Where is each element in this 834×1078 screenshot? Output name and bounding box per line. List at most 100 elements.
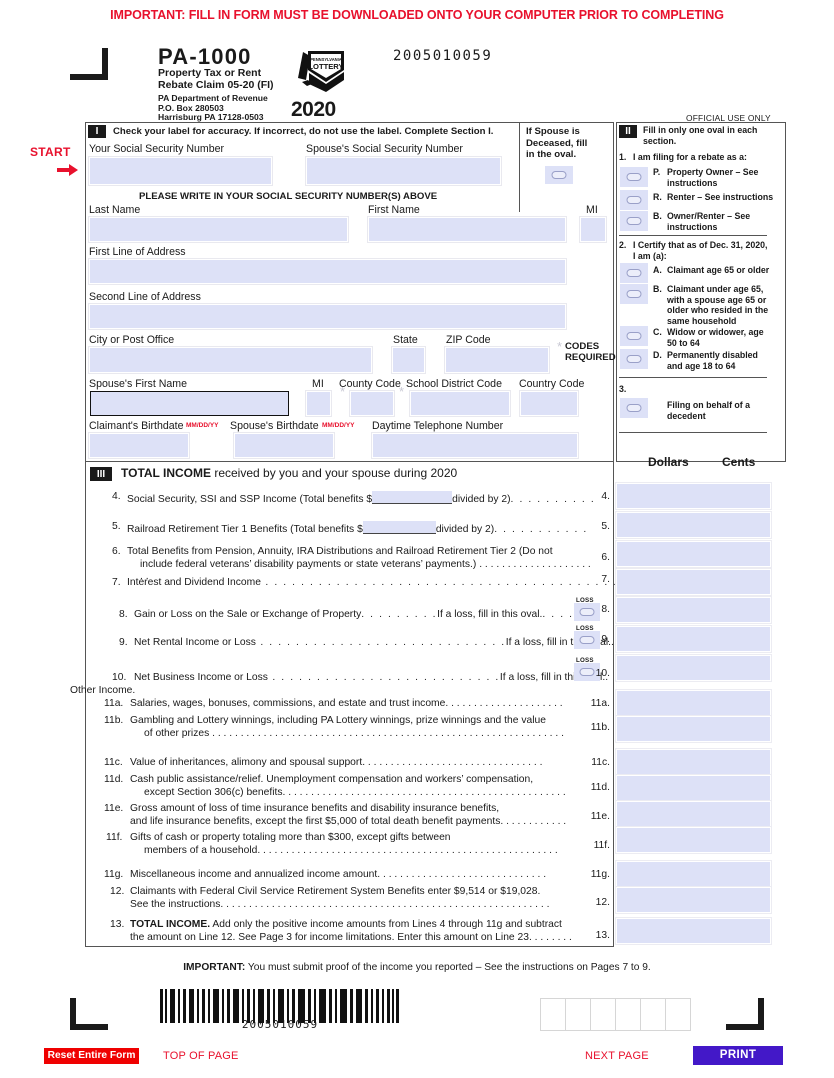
claimant-birthdate-format: MM/DD/YY: [186, 422, 219, 429]
claimant-birthdate-label: Claimant's Birthdate: [89, 420, 184, 432]
spouse-deceased-oval[interactable]: [545, 166, 573, 184]
income-line-8-mid-dots: . . . . . . . . .: [361, 609, 438, 620]
official-use-grid-cell[interactable]: [565, 998, 591, 1031]
print-button[interactable]: PRINT: [693, 1046, 783, 1065]
spouse-birthdate-input[interactable]: [233, 432, 335, 459]
official-use-grid-cell[interactable]: [615, 998, 641, 1031]
income-line-11f-l1: Gifts of cash or property totaling more …: [130, 832, 451, 843]
income-line-9-number: 9.: [119, 637, 128, 648]
city-label: City or Post Office: [89, 334, 175, 346]
address-line2-label: Second Line of Address: [89, 291, 201, 303]
certify-oval-B[interactable]: [620, 284, 648, 304]
income-line-7-amount-input[interactable]: [615, 568, 772, 596]
address-line2-input[interactable]: [88, 303, 567, 330]
certify-oval-A[interactable]: [620, 263, 648, 283]
top-of-page-link[interactable]: TOP OF PAGE: [163, 1050, 239, 1062]
filing-status-key-B: B.: [653, 211, 662, 221]
codes-required-note: CODES REQUIRED: [565, 341, 616, 363]
official-use-grid: [540, 998, 691, 1031]
income-line-5-total-benefits-input[interactable]: [362, 521, 436, 534]
income-line-4-amount-input[interactable]: [615, 482, 772, 510]
certify-label-B-l3: older who resided in the: [667, 305, 769, 315]
city-input[interactable]: [88, 346, 373, 374]
income-line-13-amount-input[interactable]: [615, 917, 772, 945]
spouse-mi-input[interactable]: [305, 390, 332, 417]
income-line-11b-l1: Gambling and Lottery winnings, including…: [130, 715, 546, 726]
income-line-4-total-benefits-input[interactable]: [372, 491, 453, 504]
income-line-8-pre: Gain or Loss on the Sale or Exchange of …: [134, 609, 362, 620]
spouse-birthdate-label: Spouse's Birthdate: [230, 420, 319, 432]
write-in-ssn-notice: PLEASE WRITE IN YOUR SOCIAL SECURITY NUM…: [139, 191, 438, 202]
official-use-grid-cell[interactable]: [640, 998, 666, 1031]
ssn-input[interactable]: [88, 156, 273, 186]
certify-label-B-l1: Claimant under age 65,: [667, 284, 764, 294]
filing-status-oval-renter[interactable]: [620, 190, 648, 210]
income-line-5-number: 5.: [112, 521, 121, 532]
income-line-11b-amount-input[interactable]: [615, 715, 772, 743]
income-line-8-post: If a loss, fill in this oval.: [437, 609, 543, 620]
last-name-input[interactable]: [88, 216, 349, 243]
income-line-10-text: Net Business Income or Loss . . . . . . …: [134, 672, 636, 685]
filing-status-oval-owner-renter[interactable]: [620, 211, 648, 231]
filing-status-oval-property-owner[interactable]: [620, 167, 648, 187]
income-line-11e-l2: and life insurance benefits, except the …: [130, 815, 567, 827]
income-line-9-amount-input[interactable]: [615, 625, 772, 653]
official-use-grid-cell[interactable]: [590, 998, 616, 1031]
zip-label: ZIP Code: [446, 334, 491, 346]
income-line-10-pre: Net Business Income or Loss: [134, 672, 268, 683]
section-2-q2-text: I Certify that as of Dec. 31, 2020, I am…: [633, 240, 779, 261]
registration-mark-bottom-right: [726, 998, 764, 1030]
certify-key-C: C.: [653, 327, 662, 337]
codes-required-l2: REQUIRED: [565, 352, 616, 363]
state-input[interactable]: [391, 346, 426, 374]
income-line-6-amount-number: 6.: [601, 552, 610, 563]
income-line-11d-amount-input[interactable]: [615, 774, 772, 802]
official-use-grid-cell[interactable]: [665, 998, 691, 1031]
income-line-10-amount-number: 10.: [595, 668, 610, 679]
income-line-4-amount-number: 4.: [601, 491, 610, 502]
income-line-5-amount-input[interactable]: [615, 511, 772, 539]
income-line-7-number: 7.: [112, 577, 121, 588]
section-3-title-rest: received by you and your spouse during 2…: [211, 466, 458, 480]
income-line-8-text: Gain or Loss on the Sale or Exchange of …: [134, 609, 574, 622]
income-line-11d-l1: Cash public assistance/relief. Unemploym…: [130, 774, 534, 785]
address-line1-input[interactable]: [88, 258, 567, 285]
pennsylvania-lottery-logo: PENNSYLVANIA LOTTERY: [292, 48, 348, 96]
income-line-10-amount-input[interactable]: [615, 654, 772, 682]
income-line-11c-amount-input[interactable]: [615, 748, 772, 776]
spouse-first-name-input[interactable]: [90, 391, 289, 416]
first-name-input[interactable]: [367, 216, 567, 243]
zip-input[interactable]: [444, 346, 550, 374]
income-line-11e-amount-input[interactable]: [615, 800, 772, 828]
phone-input[interactable]: [371, 432, 579, 459]
county-code-input[interactable]: [349, 390, 395, 417]
section-2-q2-text-l1: I Certify that as of Dec. 31, 2020,: [633, 240, 768, 250]
reset-entire-form-button[interactable]: Reset Entire Form: [44, 1048, 139, 1064]
school-district-code-input[interactable]: [409, 390, 511, 417]
income-line-11a-amount-input[interactable]: [615, 689, 772, 717]
income-line-8-amount-input[interactable]: [615, 596, 772, 624]
spouse-ssn-input[interactable]: [305, 156, 502, 186]
income-line-6-amount-input[interactable]: [615, 540, 772, 568]
certify-oval-D[interactable]: [620, 349, 648, 369]
country-code-input[interactable]: [519, 390, 579, 417]
next-page-link[interactable]: NEXT PAGE: [585, 1050, 649, 1062]
decedent-filing-oval[interactable]: [620, 398, 648, 418]
certify-oval-C[interactable]: [620, 326, 648, 346]
spouse-deceased-divider: [519, 122, 520, 212]
section-2-q1-number: 1.: [619, 152, 627, 162]
official-use-grid-cell[interactable]: [540, 998, 566, 1031]
section-2-instruction-l1: Fill in only one oval in each: [643, 125, 758, 135]
income-line-4-post: divided by 2): [452, 494, 511, 505]
claimant-birthdate-input[interactable]: [88, 432, 190, 459]
school-district-code-asterisk-icon: *: [399, 384, 405, 399]
section-2-q1-text: I am filing for a rebate as a:: [633, 152, 747, 162]
income-line-11g-amount-input[interactable]: [615, 860, 772, 888]
income-line-11d-amount-number: 11d.: [590, 782, 610, 793]
income-line-12-amount-input[interactable]: [615, 886, 772, 914]
income-line-11f-amount-input[interactable]: [615, 826, 772, 854]
mi-input[interactable]: [579, 216, 607, 243]
spouse-deceased-note: If Spouse is Deceased, fill in the oval.: [526, 126, 587, 161]
form-subtitle-line2: Rebate Claim 05-20 (FI): [158, 78, 274, 91]
other-income-header: Other Income.: [70, 685, 136, 696]
